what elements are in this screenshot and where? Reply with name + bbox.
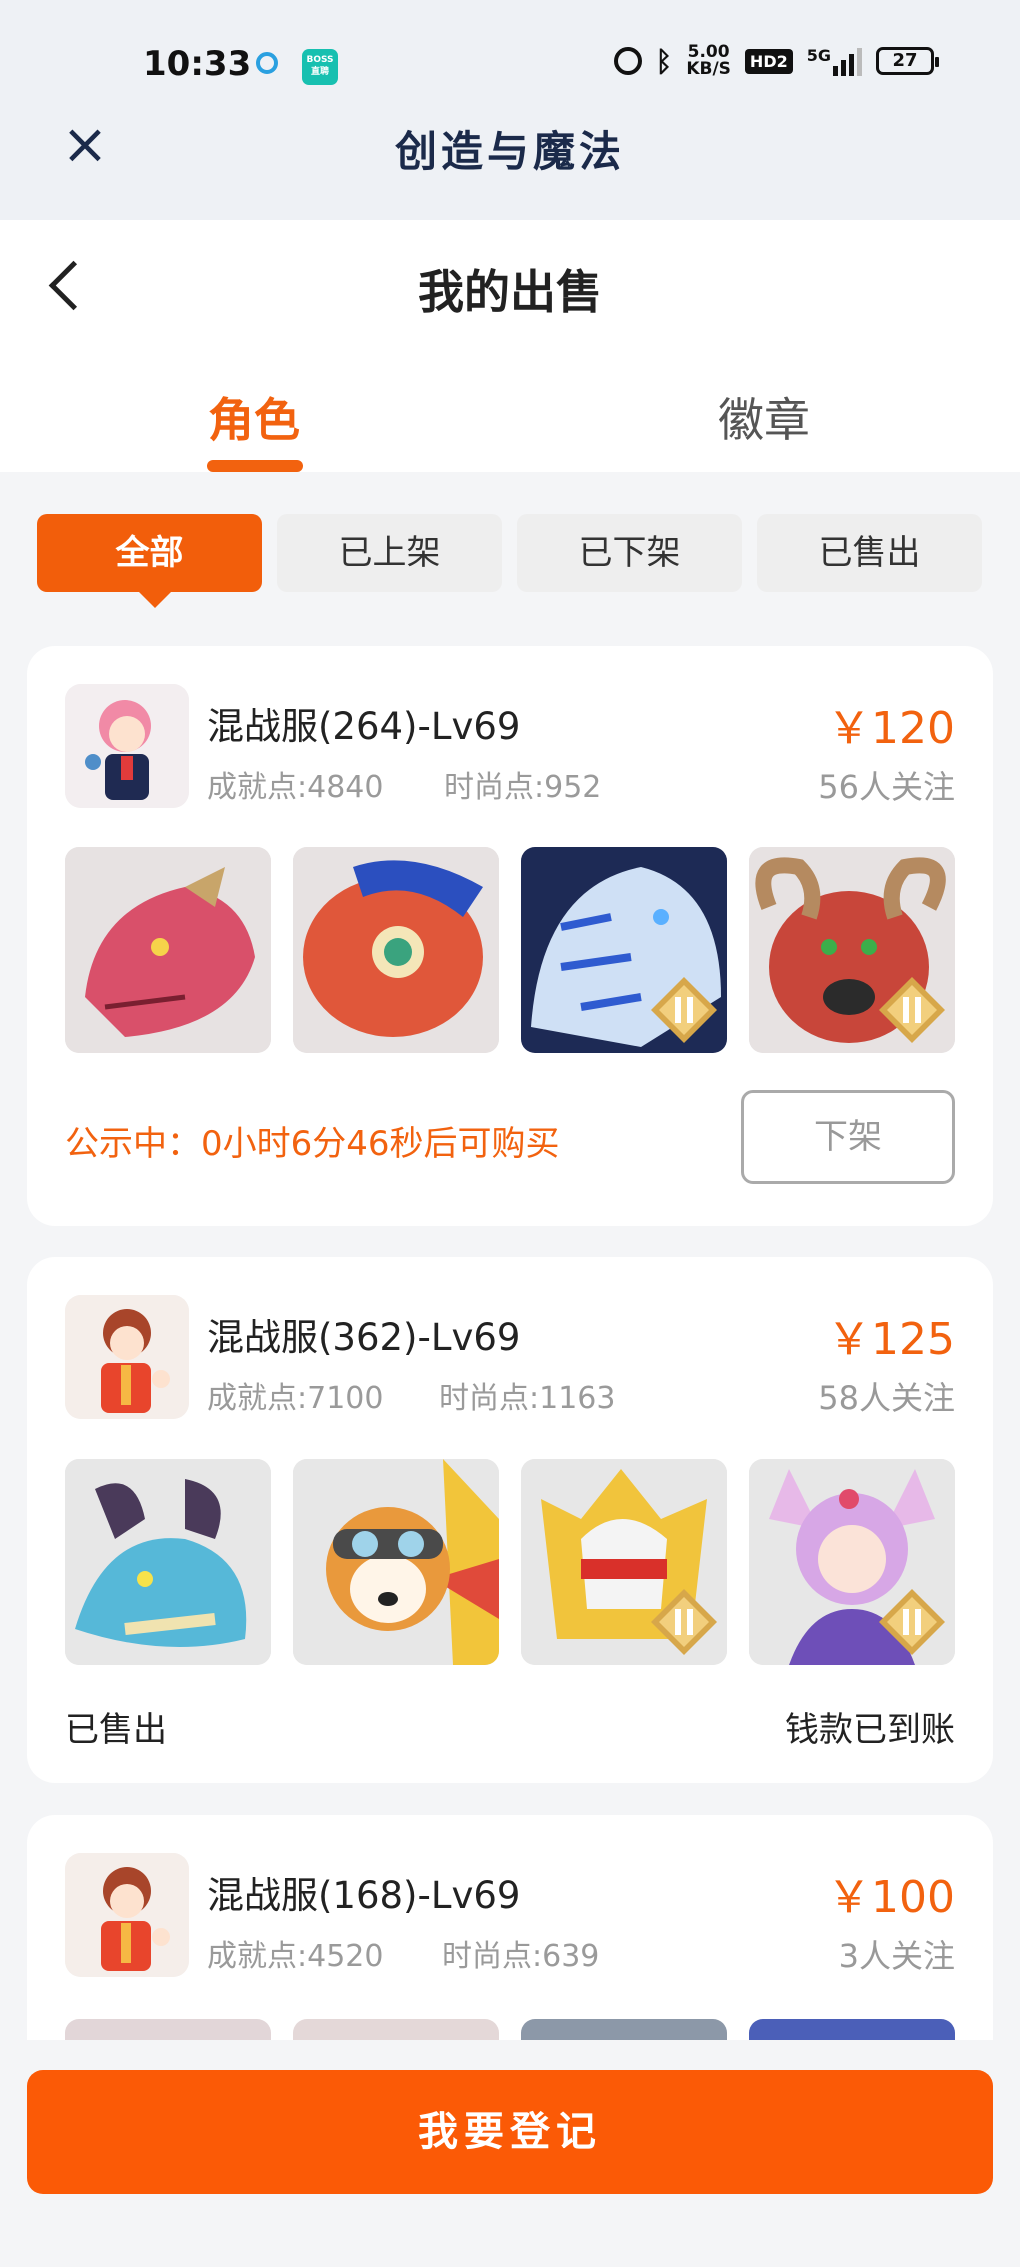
character-avatar (65, 1853, 189, 1977)
sold-status: 已售出 (65, 1710, 167, 1750)
filter-delisted[interactable]: 已下架 (517, 514, 742, 592)
rank-two-icon (649, 1587, 719, 1657)
bluetooth-icon: ᛒ (655, 44, 673, 78)
listing-card[interactable]: 混战服(362)-Lv69 成就点:7100 时尚点:1163 ￥125 58人… (27, 1257, 993, 1783)
filter-sold[interactable]: 已售出 (757, 514, 982, 592)
red-ram-mount-thumbnail[interactable] (749, 847, 955, 1053)
battery-icon: 27 (876, 47, 939, 75)
delist-button[interactable]: 下架 (741, 1090, 955, 1184)
search-app-icon (256, 52, 278, 74)
golden-armor-pet-thumbnail[interactable] (521, 1459, 727, 1665)
status-filters: 全部 已上架 已下架 已售出 (37, 514, 983, 608)
app-title: 创造与魔法 (394, 127, 625, 176)
status-bar: 10:33 BOSS 直聘 ᛒ 5.00 KB/S HD2 5G 27 (0, 0, 1020, 120)
achievement-points: 成就点:4840 (207, 770, 384, 805)
tab-role[interactable]: 角色 (154, 384, 354, 450)
hd-icon: HD2 (744, 48, 793, 74)
server-level: 混战服(168)-Lv69 (207, 1874, 521, 1917)
fox-spirit-pet-thumbnail[interactable] (749, 1459, 955, 1665)
rank-two-icon (649, 975, 719, 1045)
item-thumbnails (65, 1459, 955, 1665)
corgi-pilot-pet-thumbnail[interactable] (293, 1459, 499, 1665)
red-fish-mount-thumbnail[interactable] (293, 847, 499, 1053)
red-dragon-mount-thumbnail[interactable] (65, 847, 271, 1053)
alarm-icon (613, 47, 642, 75)
rank-two-icon (877, 975, 947, 1045)
net-speed: 5.00 KB/S (686, 42, 731, 79)
character-avatar (65, 684, 189, 808)
publicity-countdown: 公示中：0小时6分46秒后可购买 (65, 1124, 560, 1164)
status-time: 10:33 (143, 44, 252, 84)
server-level: 混战服(362)-Lv69 (207, 1316, 521, 1359)
price: ￥125 (827, 1314, 955, 1365)
filter-listed[interactable]: 已上架 (277, 514, 502, 592)
achievement-points: 成就点:7100 (207, 1381, 384, 1416)
listing-card[interactable]: 混战服(168)-Lv69 成就点:4520 时尚点:639 ￥100 3人关注 (27, 1815, 993, 2075)
fashion-points: 时尚点:1163 (439, 1381, 616, 1416)
boss-app-icon: BOSS 直聘 (302, 49, 338, 85)
blue-tiger-mount-thumbnail[interactable] (521, 847, 727, 1053)
payment-status: 钱款已到账 (785, 1710, 955, 1750)
active-tab-indicator (207, 460, 303, 472)
rank-two-icon (877, 1587, 947, 1657)
filter-all[interactable]: 全部 (37, 514, 262, 608)
item-thumbnails (65, 847, 955, 1053)
follower-count: 56人关注 (818, 768, 955, 806)
tab-badge[interactable]: 徽章 (664, 384, 864, 450)
register-button[interactable]: 我要登记 (27, 2070, 993, 2194)
fashion-points: 时尚点:639 (442, 1939, 600, 1974)
follower-count: 58人关注 (818, 1379, 955, 1417)
fashion-points: 时尚点:952 (444, 770, 602, 805)
price: ￥100 (827, 1872, 955, 1923)
follower-count: 3人关注 (838, 1937, 955, 1975)
character-avatar (65, 1295, 189, 1419)
server-level: 混战服(264)-Lv69 (207, 705, 521, 748)
teal-dragon-mount-thumbnail[interactable] (65, 1459, 271, 1665)
status-indicators: ᛒ 5.00 KB/S HD2 5G 27 (613, 42, 939, 79)
achievement-points: 成就点:4520 (207, 1939, 384, 1974)
page-title: 我的出售 (418, 265, 602, 319)
listing-card[interactable]: 混战服(264)-Lv69 成就点:4840 时尚点:952 ￥120 56人关… (27, 646, 993, 1226)
signal-icon: 5G (807, 46, 862, 76)
price: ￥120 (827, 703, 955, 754)
